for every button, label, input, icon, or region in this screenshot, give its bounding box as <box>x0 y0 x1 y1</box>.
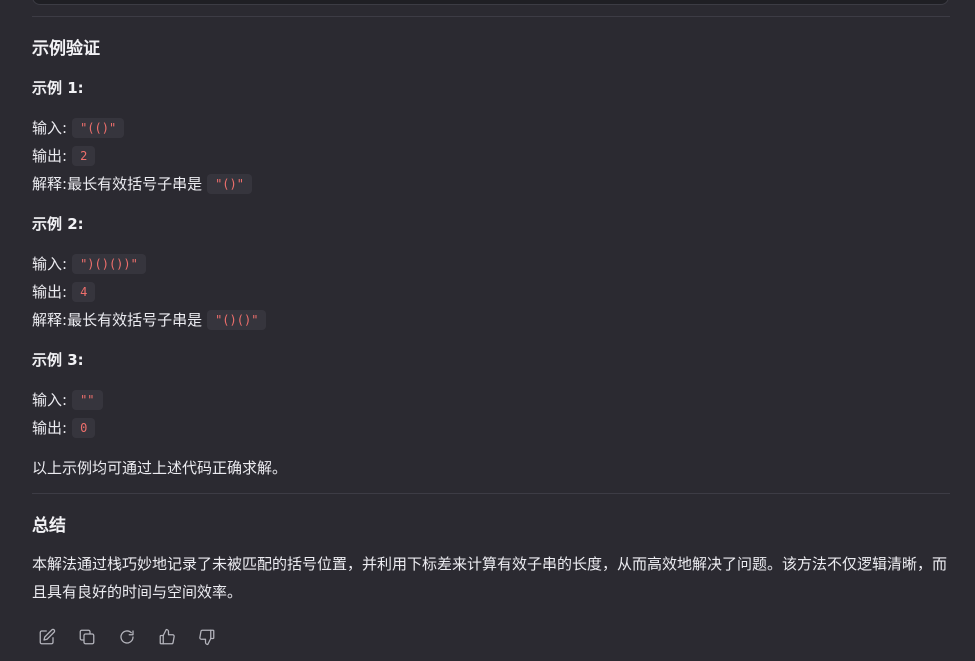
input-value: "(()" <box>72 117 125 138</box>
explain-text: 最长有效括号子串是 <box>67 311 203 329</box>
input-value: ")()())" <box>72 253 146 274</box>
explain-label: 解释: <box>32 175 68 193</box>
copy-button[interactable] <box>77 627 97 647</box>
output-value: 4 <box>72 281 96 302</box>
divider <box>32 493 950 494</box>
example-1-input-line: 输入: "(()" <box>32 117 125 138</box>
example-1-title: 示例 1: <box>32 79 84 97</box>
divider <box>32 16 950 17</box>
example-2-input-line: 输入: ")()())" <box>32 253 146 274</box>
copy-icon <box>79 629 95 645</box>
input-value: "" <box>72 389 103 410</box>
example-1-output-line: 输出: 2 <box>32 145 96 166</box>
regenerate-icon <box>120 630 134 644</box>
summary-paragraph: 本解法通过栈巧妙地记录了未被匹配的括号位置，并利用下标差来计算有效子串的长度，从… <box>32 555 948 601</box>
thumbs-up-button[interactable] <box>157 627 177 647</box>
example-2-title: 示例 2: <box>32 215 84 233</box>
output-label: 输出: <box>32 283 68 301</box>
section-title-verify: 示例验证 <box>32 39 100 59</box>
thumbs-down-button[interactable] <box>197 627 217 647</box>
example-3-title: 示例 3: <box>32 351 84 369</box>
thumbs-up-icon <box>159 628 175 645</box>
output-label: 输出: <box>32 419 68 437</box>
example-3-output-line: 输出: 0 <box>32 417 96 438</box>
example-1-explain-line: 解释: 最长有效括号子串是 "()" <box>32 173 252 194</box>
edit-icon <box>39 628 56 645</box>
previous-code-block <box>32 0 949 5</box>
regenerate-button[interactable] <box>117 627 137 647</box>
output-value: 2 <box>72 145 96 166</box>
message-actions <box>37 627 217 647</box>
input-label: 输入: <box>32 255 68 273</box>
input-label: 输入: <box>32 119 68 137</box>
explain-code: "()" <box>207 173 252 194</box>
explain-label: 解释: <box>32 311 68 329</box>
example-3-input-line: 输入: "" <box>32 389 103 410</box>
output-value: 0 <box>72 417 96 438</box>
example-2-explain-line: 解释: 最长有效括号子串是 "()()" <box>32 309 267 330</box>
thumbs-down-icon <box>199 629 215 646</box>
output-label: 输出: <box>32 147 68 165</box>
explain-text: 最长有效括号子串是 <box>67 175 203 193</box>
input-label: 输入: <box>32 391 68 409</box>
example-2-output-line: 输出: 4 <box>32 281 96 302</box>
section-title-summary: 总结 <box>32 516 66 536</box>
edit-button[interactable] <box>37 627 57 647</box>
verify-conclusion: 以上示例均可通过上述代码正确求解。 <box>32 459 288 477</box>
explain-code: "()()" <box>207 309 267 330</box>
